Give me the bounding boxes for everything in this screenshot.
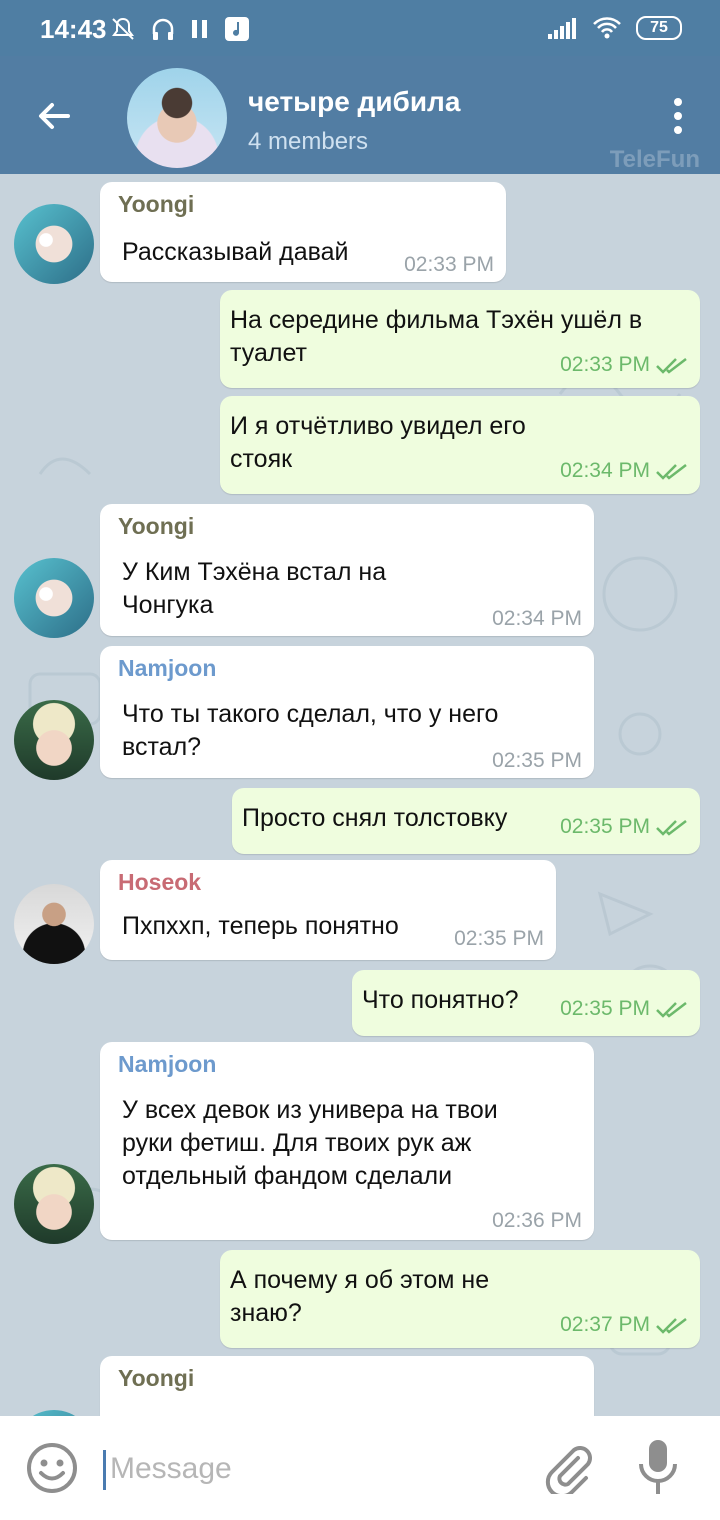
microphone-icon[interactable]: [636, 1438, 680, 1496]
message-bubble[interactable]: Namjoon У всех девок из универа на твои …: [100, 1042, 594, 1240]
message-text: Просто снял толстовку: [242, 804, 508, 832]
message-time: 02:34 PM: [492, 607, 582, 630]
more-vert-icon[interactable]: [674, 98, 684, 140]
message-bubble[interactable]: Просто снял толстовку 02:35 PM: [232, 788, 700, 854]
message-time: 02:37 PM: [560, 1313, 650, 1336]
avatar-yoongi[interactable]: [14, 204, 94, 284]
message-text: Что понятно?: [362, 986, 519, 1014]
message-time: 02:35 PM: [492, 749, 582, 772]
message-text: И я отчётливо увидел его стояк: [230, 412, 526, 473]
message-time: 02:34 PM: [560, 459, 650, 482]
battery-indicator: 75: [636, 16, 682, 40]
status-left-icons: [110, 16, 250, 42]
chat-members-count: 4 members: [248, 128, 369, 155]
message-bubble[interactable]: И я отчётливо увидел его стояк 02:34 PM: [220, 396, 700, 494]
status-time: 14:43: [40, 14, 107, 44]
message-input[interactable]: [108, 1446, 512, 1492]
signal-icon: [548, 18, 576, 39]
message-sender: Hoseok: [118, 869, 202, 895]
double-check-icon: [656, 1317, 687, 1334]
back-arrow-icon[interactable]: [34, 96, 74, 136]
message-text: Пхпххп, теперь понятно: [122, 912, 399, 940]
status-right-icons: 75: [548, 16, 682, 40]
message-text: Рассказывай давай: [122, 238, 349, 266]
message-time: 02:35 PM: [560, 997, 650, 1020]
headphones-icon: [152, 18, 174, 40]
chat-header: четыре дибила 4 members TeleFun: [0, 56, 720, 174]
message-sender: Yoongi: [118, 513, 195, 539]
double-check-icon: [656, 819, 687, 836]
double-check-icon: [656, 357, 687, 374]
double-check-icon: [656, 463, 687, 480]
message-text: У всех девок из универа на твои руки фет…: [122, 1096, 498, 1190]
wifi-icon: [593, 17, 621, 39]
group-avatar[interactable]: [127, 68, 227, 168]
message-sender: Namjoon: [118, 655, 217, 681]
message-input-bar: [0, 1416, 720, 1520]
paperclip-icon[interactable]: [540, 1440, 594, 1494]
message-bubble[interactable]: Yoongi Рассказывай давай 02:33 PM: [100, 182, 506, 282]
message-bubble[interactable]: Namjoon Что ты такого сделал, что у него…: [100, 646, 594, 778]
message-sender: Yoongi: [118, 1365, 195, 1391]
message-bubble[interactable]: Yoongi У Ким Тэхёна встал на Чонгука 02:…: [100, 504, 594, 636]
message-meta: 02:37 PM: [560, 1308, 688, 1341]
text-cursor: [103, 1450, 106, 1490]
avatar-hoseok[interactable]: [14, 884, 94, 964]
message-text: А почему я об этом не знаю?: [230, 1266, 490, 1327]
message-bubble[interactable]: А почему я об этом не знаю? 02:37 PM: [220, 1250, 700, 1348]
chat-title[interactable]: четыре дибила: [248, 86, 460, 118]
message-time: 02:33 PM: [560, 353, 650, 376]
message-text: У Ким Тэхёна встал на Чонгука: [122, 558, 387, 619]
avatar-yoongi[interactable]: [14, 558, 94, 638]
message-meta: 02:33 PM: [560, 348, 688, 381]
message-bubble[interactable]: Yoongi: [100, 1356, 594, 1416]
pause-icon: [192, 20, 207, 38]
avatar-namjoon[interactable]: [14, 700, 94, 780]
message-list[interactable]: Yoongi Рассказывай давай 02:33 PM На сер…: [0, 174, 720, 1416]
message-time: 02:33 PM: [404, 253, 494, 276]
double-check-icon: [656, 1001, 687, 1018]
message-time: 02:36 PM: [492, 1209, 582, 1232]
message-meta: 02:34 PM: [560, 454, 688, 487]
message-time: 02:35 PM: [560, 815, 650, 838]
message-bubble[interactable]: Hoseok Пхпххп, теперь понятно 02:35 PM: [100, 860, 556, 960]
message-bubble[interactable]: Что понятно? 02:35 PM: [352, 970, 700, 1036]
music-app-icon: [225, 17, 249, 41]
message-bubble[interactable]: На середине фильма Тэхён ушёл в туалет 0…: [220, 290, 700, 388]
message-time: 02:35 PM: [454, 927, 544, 950]
message-meta: 02:35 PM: [560, 810, 688, 843]
message-sender: Namjoon: [118, 1051, 217, 1077]
watermark: TeleFun: [609, 146, 700, 173]
avatar-namjoon[interactable]: [14, 1164, 94, 1244]
status-bar: 14:43 75: [0, 0, 720, 56]
message-sender: Yoongi: [118, 191, 195, 217]
smile-icon[interactable]: [26, 1442, 78, 1494]
mute-bell-icon: [112, 17, 134, 40]
message-meta: 02:35 PM: [560, 992, 688, 1025]
